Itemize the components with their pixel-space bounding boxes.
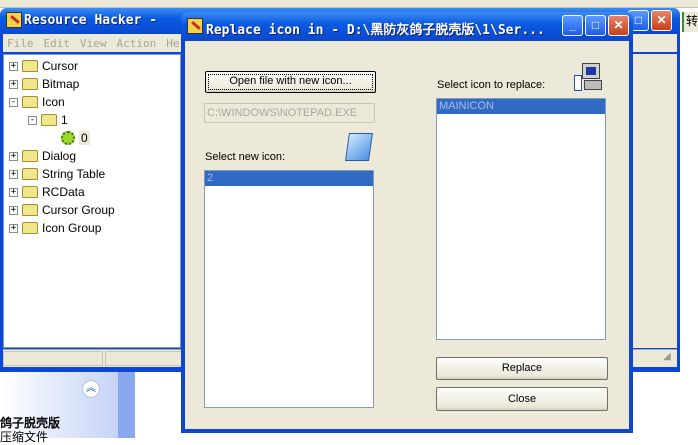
expand-icon[interactable]: +	[9, 187, 18, 197]
dialog-title: Replace icon in - D:\黑防灰鸽子脱壳版\1\Ser...	[206, 23, 545, 38]
tree-node[interactable]: -1	[28, 111, 68, 129]
tree-node[interactable]: + Cursor	[9, 57, 78, 75]
tree-node[interactable]: + Bitmap	[9, 75, 79, 93]
minimize-button[interactable]: _	[562, 15, 583, 36]
background-label: 转	[682, 12, 698, 32]
replace-button[interactable]: Replace	[436, 357, 608, 380]
tree-node[interactable]: 0	[61, 129, 90, 147]
notepad-icon	[345, 133, 373, 161]
background-toolbar	[0, 0, 698, 8]
expand-icon[interactable]: +	[9, 205, 18, 215]
status-cell	[105, 351, 185, 366]
task-subtext: 压缩文件	[0, 430, 49, 444]
replace-icon-label: Select icon to replace:	[437, 79, 546, 91]
resize-grip-icon[interactable]: ◢	[663, 351, 677, 366]
maximize-button[interactable]: □	[585, 15, 606, 36]
tree-node[interactable]: + Icon Group	[9, 219, 101, 237]
status-cell	[3, 351, 103, 366]
tree-node[interactable]: - Icon	[9, 93, 65, 111]
close-button[interactable]: Close	[436, 387, 608, 411]
dialog-title-bar[interactable]: Replace icon in - D:\黑防灰鸽子脱壳版\1\Ser... _…	[181, 12, 633, 41]
open-folder-icon	[41, 114, 57, 126]
collapse-chevron-icon[interactable]: ︽	[82, 380, 100, 398]
gear-icon	[61, 131, 75, 145]
open-file-button[interactable]: Open file with new icon...	[205, 71, 376, 93]
menu-file[interactable]: File	[7, 37, 34, 50]
resource-tree[interactable]: + Cursor + Bitmap - Icon -1 0 + Dialog + Stri…	[3, 54, 181, 348]
menu-action[interactable]: Action	[117, 37, 157, 50]
tree-node[interactable]: + RCData	[9, 183, 85, 201]
task-pane: ︽ 鸽子脱壳版 压缩文件	[0, 372, 118, 444]
expand-icon[interactable]: +	[9, 61, 18, 71]
close-window-button[interactable]: ✕	[608, 15, 629, 36]
tree-node[interactable]: + Dialog	[9, 147, 76, 165]
folder-icon	[22, 204, 38, 216]
app-icon	[6, 12, 22, 28]
file-path-field[interactable]: C:\WINDOWS\NOTEPAD.EXE	[204, 103, 375, 123]
menu-view[interactable]: View	[80, 37, 107, 50]
folder-icon	[22, 222, 38, 234]
main-title: Resource Hacker -	[24, 13, 158, 28]
collapse-icon[interactable]: -	[28, 115, 37, 125]
tree-node[interactable]: + String Table	[9, 165, 105, 183]
folder-icon	[22, 78, 38, 90]
menu-edit[interactable]: Edit	[44, 37, 71, 50]
folder-icon	[22, 60, 38, 72]
app-icon	[187, 18, 203, 34]
computer-icon	[574, 63, 604, 93]
open-folder-icon	[22, 96, 38, 108]
dialog-body: Open file with new icon... C:\WINDOWS\NO…	[185, 41, 629, 429]
main-close-button[interactable]: ✕	[651, 10, 672, 31]
replace-icon-list[interactable]: MAINICON	[436, 98, 606, 340]
expand-icon[interactable]: +	[9, 223, 18, 233]
tree-node[interactable]: + Cursor Group	[9, 201, 115, 219]
new-icon-label: Select new icon:	[205, 151, 286, 163]
folder-icon	[22, 168, 38, 180]
collapse-icon[interactable]: -	[9, 97, 18, 107]
folder-icon	[22, 150, 38, 162]
new-icon-list[interactable]: 2	[204, 170, 374, 408]
list-item[interactable]: MAINICON	[437, 99, 605, 114]
expand-icon[interactable]: +	[9, 169, 18, 179]
list-item[interactable]: 2	[205, 171, 373, 186]
expand-icon[interactable]: +	[9, 151, 18, 161]
task-pane-scroll[interactable]	[118, 372, 135, 438]
expand-icon[interactable]: +	[9, 79, 18, 89]
folder-icon	[22, 186, 38, 198]
